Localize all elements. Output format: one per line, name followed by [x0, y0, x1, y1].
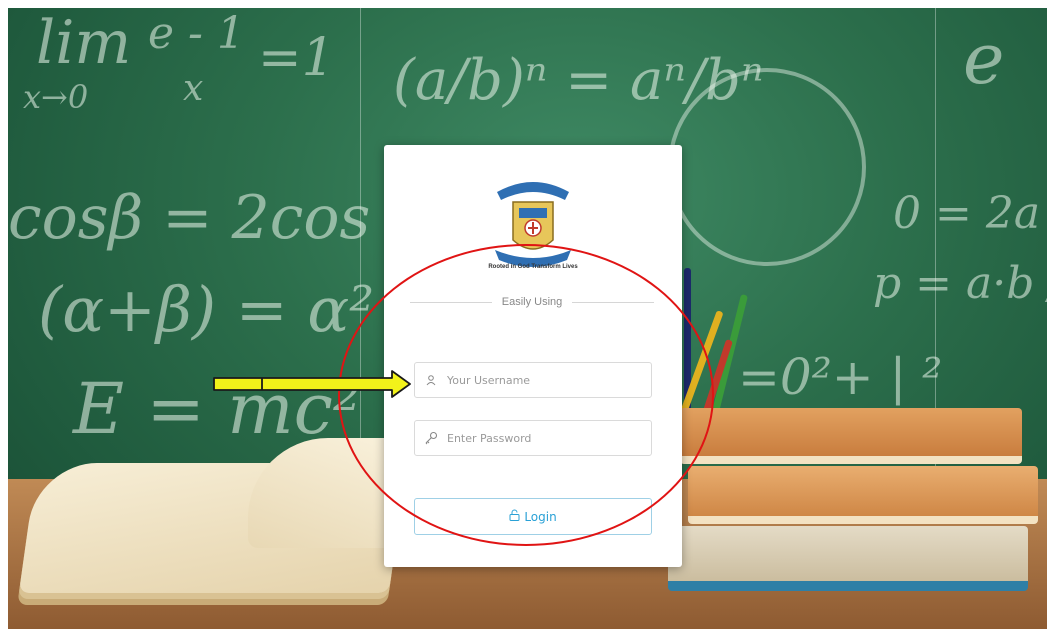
- section-divider: Easily Using: [410, 295, 654, 309]
- divider-rule: [410, 301, 492, 303]
- chalk-formula: e - 1: [148, 8, 245, 59]
- username-input[interactable]: [447, 363, 651, 397]
- book: [668, 526, 1028, 591]
- chalk-formula: =1: [258, 28, 335, 88]
- key-icon: [415, 431, 447, 445]
- chalk-formula: p = a·b / 2: [873, 258, 1047, 309]
- chalk-circle: [668, 68, 866, 266]
- chalk-formula: (α+β) = α²: [38, 273, 375, 346]
- divider-label: Easily Using: [501, 296, 563, 308]
- login-card: Rooted in God Transform Lives Easily Usi…: [384, 145, 682, 567]
- chalk-formula: e: [963, 18, 1005, 100]
- chalk-formula: x: [183, 68, 204, 109]
- user-icon: [415, 374, 447, 386]
- chalk-formula: =0²+ | ²: [738, 348, 943, 406]
- book: [688, 466, 1038, 524]
- chalk-formula: x→0: [23, 78, 89, 116]
- password-field[interactable]: [414, 420, 652, 456]
- username-field[interactable]: [414, 362, 652, 398]
- login-button[interactable]: Login: [414, 498, 652, 535]
- chalk-formula: 0 = 2a + 2: [893, 188, 1047, 239]
- divider-rule: [572, 301, 654, 303]
- password-input[interactable]: [447, 421, 651, 455]
- lock-open-icon: [509, 509, 520, 524]
- chalk-formula: lim: [36, 8, 132, 78]
- book: [680, 408, 1022, 464]
- school-tagline: Rooted in God Transform Lives: [488, 264, 578, 270]
- login-button-label: Login: [524, 509, 557, 524]
